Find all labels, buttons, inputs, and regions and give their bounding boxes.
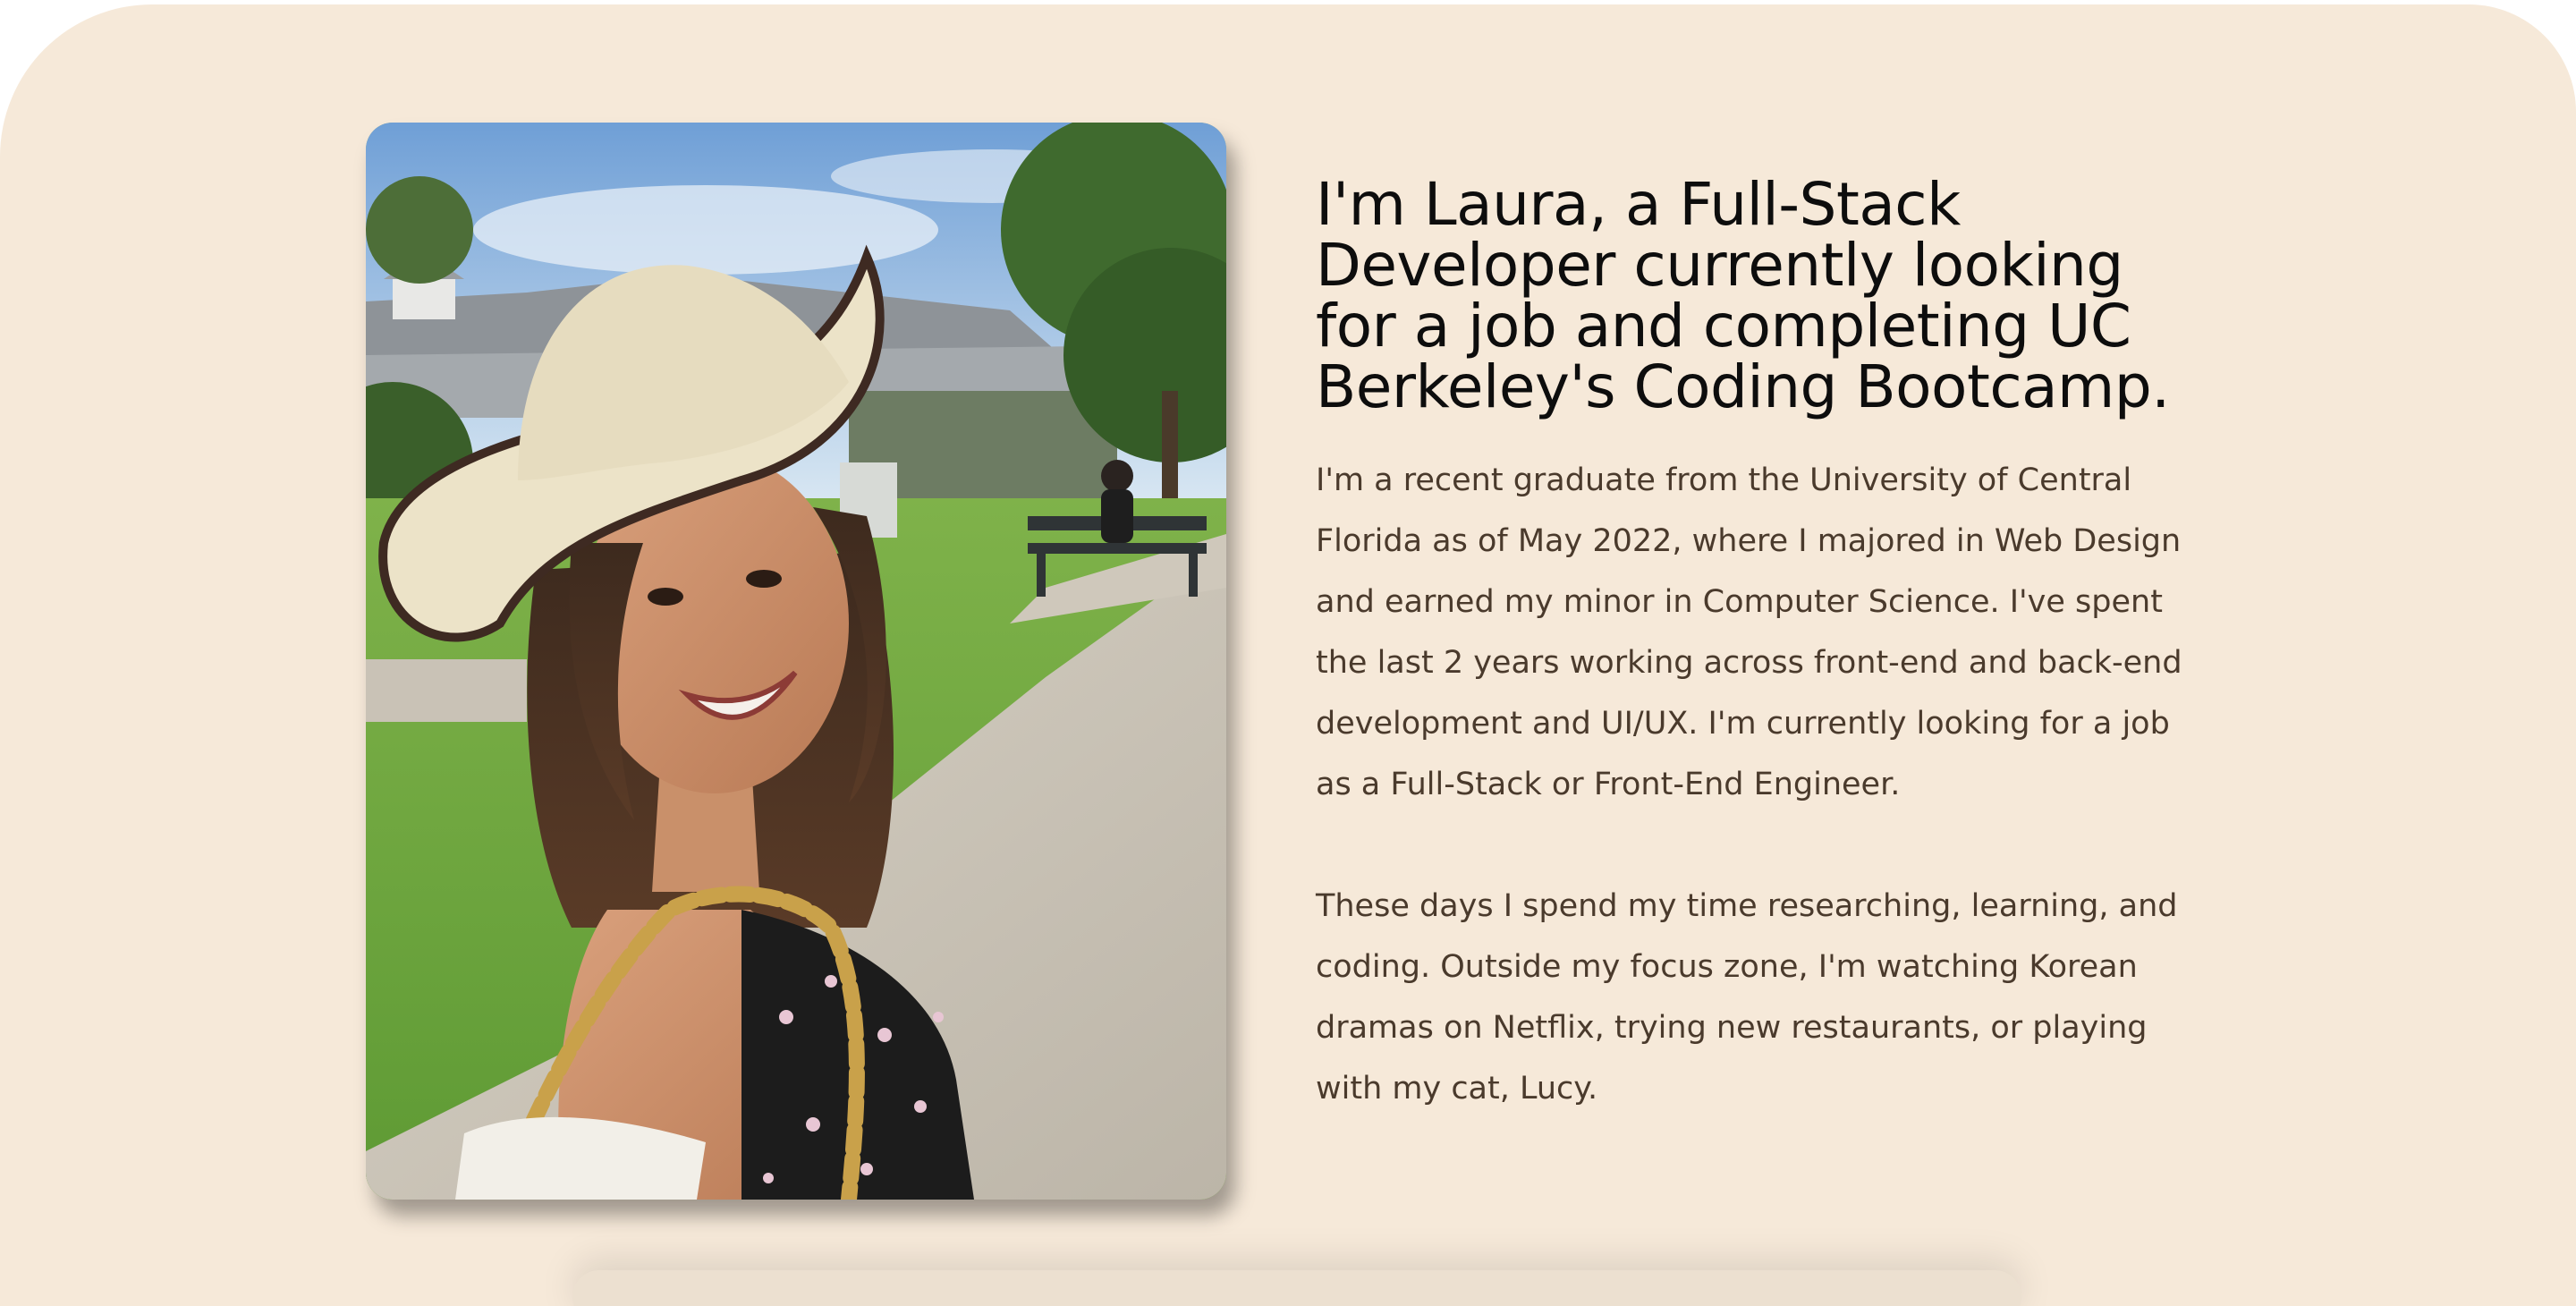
next-section-edge xyxy=(572,1270,2021,1306)
about-section: I'm Laura, a Full-Stack Developer curren… xyxy=(0,4,2576,1306)
about-text: I'm Laura, a Full-Stack Developer curren… xyxy=(1316,174,2210,1119)
portrait-photo xyxy=(366,123,1226,1200)
bio-paragraph-2: These days I spend my time researching, … xyxy=(1316,888,2178,1107)
about-headline: I'm Laura, a Full-Stack Developer curren… xyxy=(1316,170,2170,421)
bio-paragraph-1: I'm a recent graduate from the Universit… xyxy=(1316,462,2182,802)
